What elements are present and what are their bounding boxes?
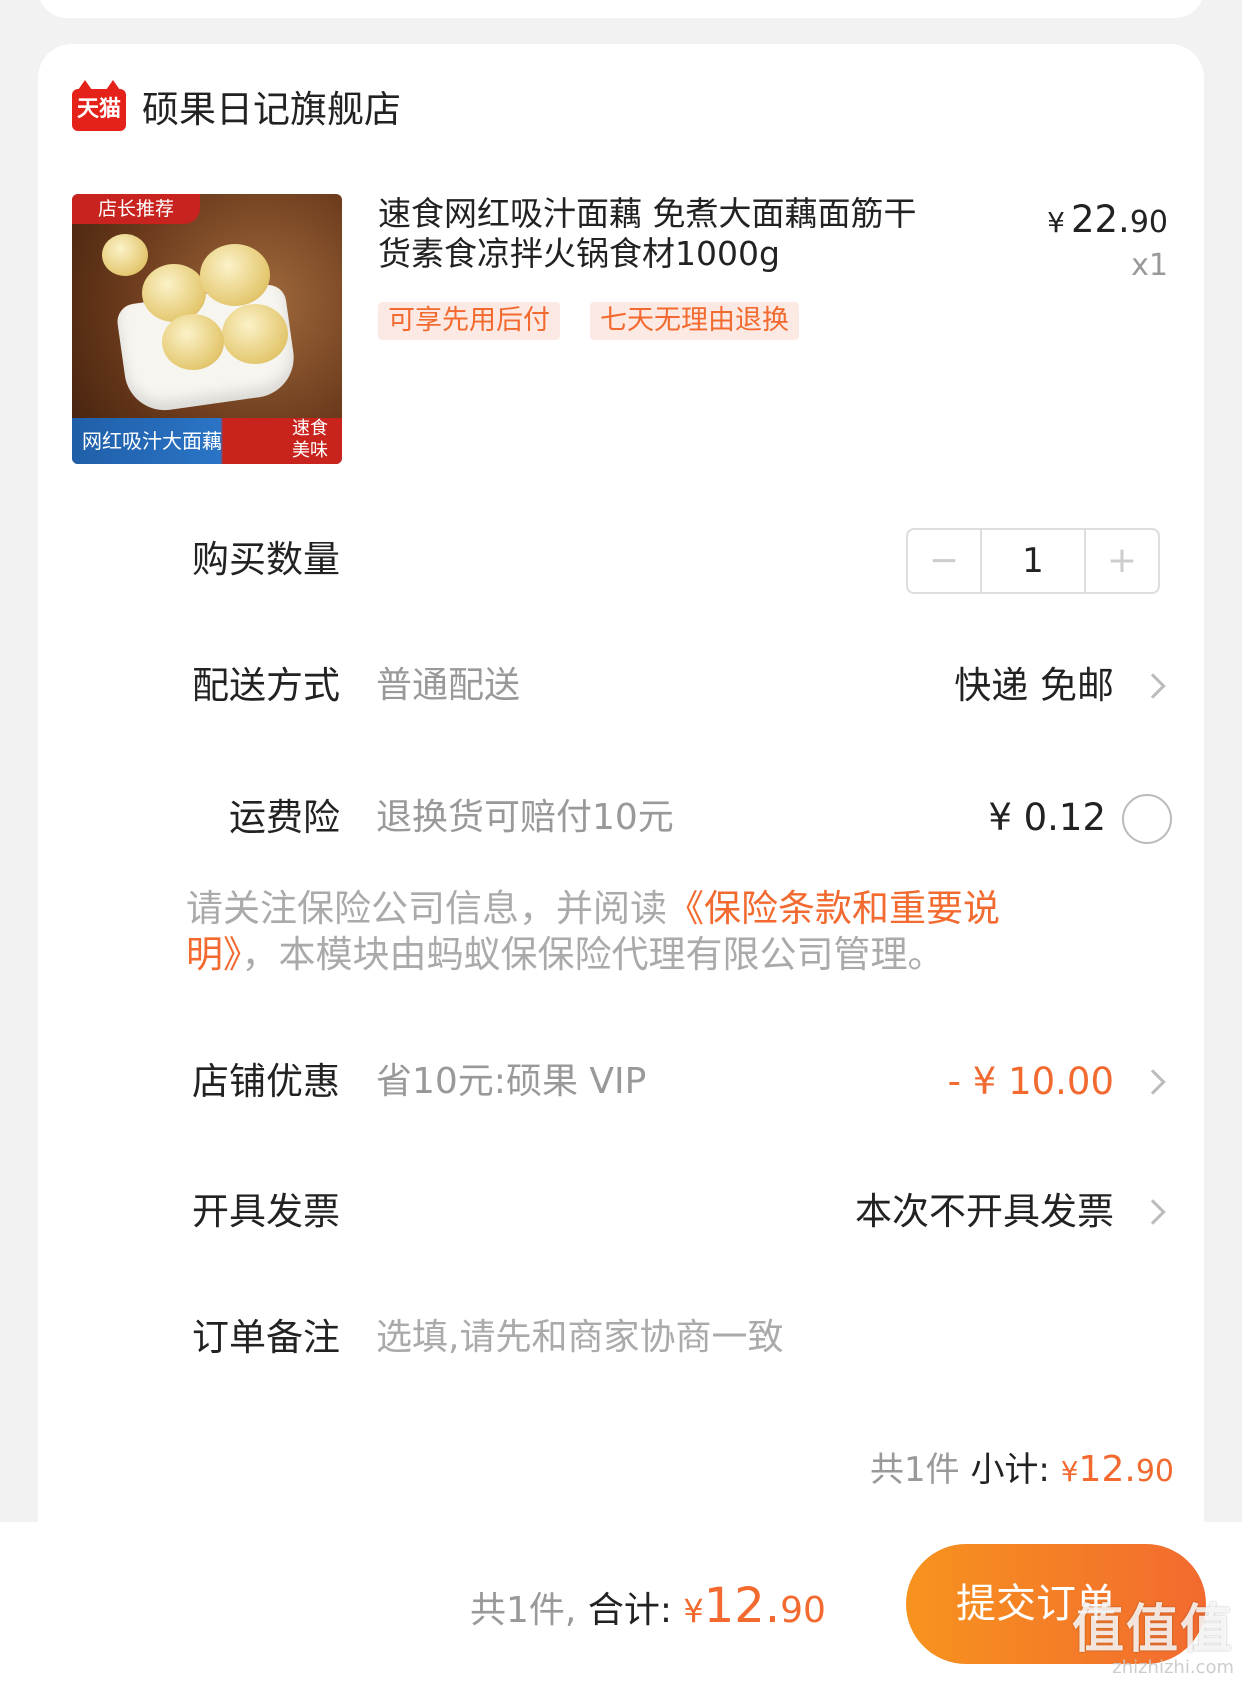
- delivery-value[interactable]: 快递 免邮: [954, 662, 1114, 710]
- insurance-radio[interactable]: [1122, 794, 1172, 844]
- discount-label: 店铺优惠: [192, 1060, 340, 1103]
- image-side-text-2: 美味: [292, 440, 328, 461]
- lotus-piece: [222, 304, 288, 364]
- image-top-tag: 店长推荐: [72, 194, 200, 224]
- subtotal-label: 小计:: [970, 1450, 1050, 1490]
- total-symbol: ¥: [683, 1592, 704, 1630]
- invoice-label: 开具发票: [192, 1190, 340, 1233]
- insurance-label: 运费险: [229, 796, 340, 839]
- total-decimal: 90: [780, 1590, 826, 1631]
- product-title[interactable]: 速食网红吸汁面藕 免煮大面藕面筋干 货素食凉拌火锅食材1000g: [378, 194, 978, 274]
- product-price: ¥22.90: [1047, 196, 1168, 247]
- price-symbol: ¥: [1047, 206, 1065, 239]
- invoice-value[interactable]: 本次不开具发票: [855, 1188, 1114, 1236]
- remark-input[interactable]: 选填,请先和商家协商一致: [376, 1314, 783, 1362]
- quantity-value[interactable]: 1: [980, 530, 1086, 592]
- notice-suffix: ，本模块由蚂蚁保保险代理有限公司管理。: [241, 933, 945, 976]
- discount-desc: 省10元:硕果 VIP: [376, 1061, 647, 1102]
- lotus-piece: [102, 234, 148, 276]
- subtotal-symbol: ¥: [1060, 1455, 1079, 1488]
- delivery-label: 配送方式: [192, 664, 340, 707]
- image-side-text: 速食 美味: [292, 418, 328, 462]
- image-bottom-text: 网红吸汁大面藕: [82, 429, 222, 453]
- shop-name[interactable]: 硕果日记旗舰店: [142, 86, 401, 134]
- plus-button[interactable]: +: [1086, 530, 1158, 592]
- price-integer: 22.: [1070, 198, 1130, 241]
- insurance-notice: 请关注保险公司信息，并阅读《保险条款和重要说明》，本模块由蚂蚁保保险代理有限公司…: [186, 886, 1086, 978]
- lotus-piece: [162, 314, 224, 370]
- subtotal-decimal: 90: [1135, 1454, 1174, 1489]
- subtotal-count: 共1件: [869, 1450, 960, 1490]
- lotus-piece: [200, 244, 270, 306]
- total: 共1件, 合计: ¥12.90: [470, 1578, 826, 1639]
- insurance-price: ¥ 0.12: [988, 796, 1106, 839]
- quantity-stepper[interactable]: − 1 +: [906, 528, 1160, 594]
- product-title-line-2: 货素食凉拌火锅食材1000g: [378, 234, 780, 273]
- subtotal: 共1件 小计: ¥12.90: [870, 1446, 1174, 1496]
- watermark: 值值值 zhizhizhi.com: [1072, 1602, 1234, 1678]
- price-decimal: 90: [1129, 205, 1168, 240]
- product-quantity: x1: [1131, 248, 1168, 283]
- total-count: 共1件,: [470, 1590, 577, 1631]
- notice-prefix: 请关注保险公司信息，并阅读: [186, 887, 667, 930]
- discount-value[interactable]: - ¥ 10.00: [948, 1058, 1114, 1106]
- minus-button[interactable]: −: [908, 530, 980, 592]
- total-integer: 12.: [703, 1578, 781, 1634]
- image-side-text-1: 速食: [292, 418, 328, 439]
- subtotal-integer: 12.: [1078, 1449, 1136, 1490]
- insurance-desc: 退换货可赔付10元: [376, 797, 674, 838]
- previous-card: [38, 0, 1204, 18]
- watermark-logo: 值值值: [1071, 1600, 1234, 1660]
- delivery-method: 普通配送: [376, 665, 521, 706]
- total-label: 合计:: [587, 1590, 672, 1631]
- product-image[interactable]: 店长推荐 网红吸汁大面藕 速食 美味: [72, 194, 342, 464]
- watermark-url: zhizhizhi.com: [1112, 1657, 1234, 1678]
- product-title-line-1: 速食网红吸汁面藕 免煮大面藕面筋干: [378, 194, 917, 233]
- remark-label: 订单备注: [192, 1316, 340, 1359]
- tmall-logo: 天猫: [72, 80, 126, 131]
- tag-pay-later: 可享先用后付: [378, 302, 560, 340]
- tag-seven-day-return: 七天无理由退换: [590, 302, 799, 340]
- quantity-label: 购买数量: [192, 538, 340, 581]
